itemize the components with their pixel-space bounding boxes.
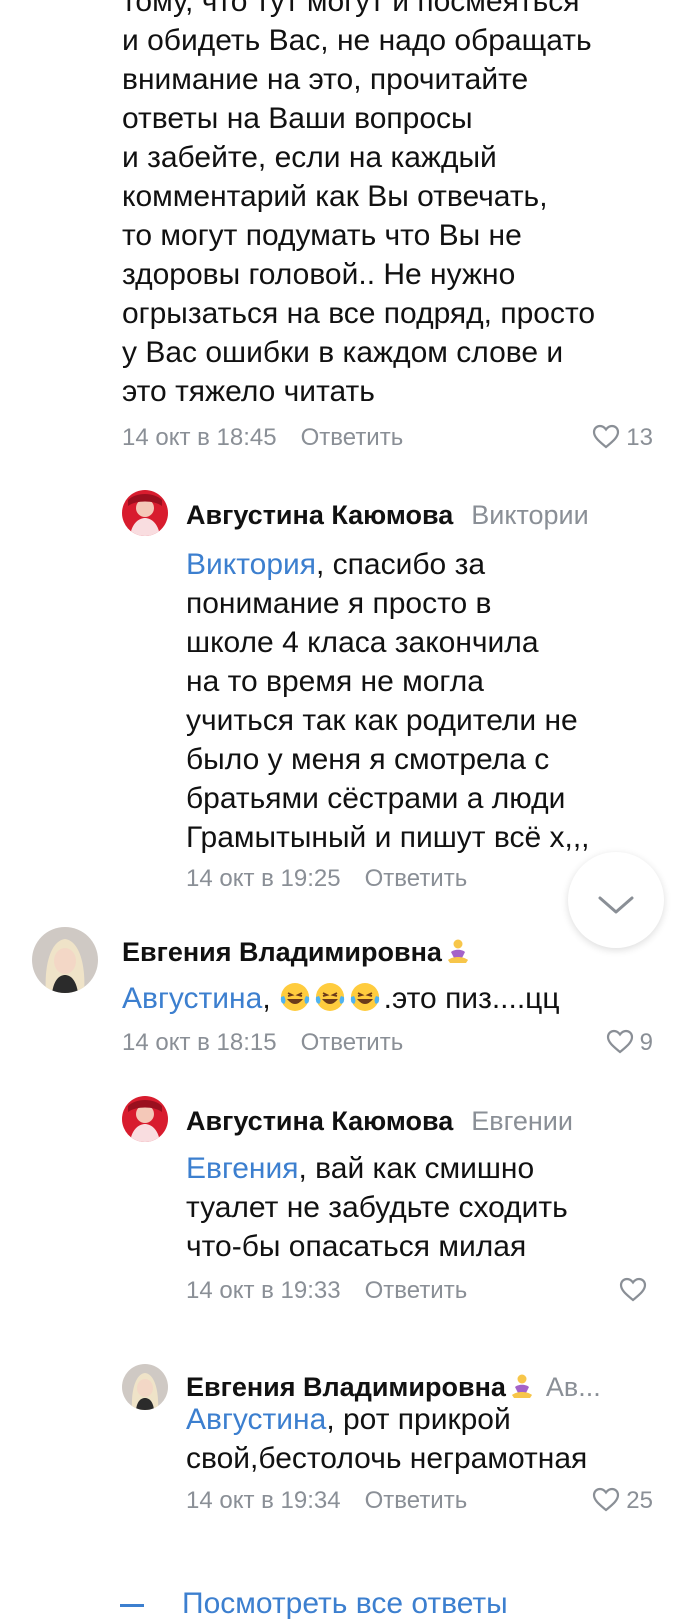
reply-to-name[interactable]: Виктории bbox=[471, 500, 588, 530]
avatar[interactable] bbox=[32, 927, 98, 993]
text-fragment: , bbox=[262, 982, 271, 1015]
text-line: братьями сёстрами а люди bbox=[186, 782, 566, 815]
view-all-label: Посмотреть все ответы bbox=[182, 1587, 508, 1620]
timestamp: 14 окт в 18:45 bbox=[122, 424, 277, 451]
text-fragment: , спасибо за bbox=[316, 548, 486, 581]
comment-text: Виктория, спасибо за понимание я просто … bbox=[186, 545, 590, 857]
text-line: понимание я просто в bbox=[186, 587, 492, 620]
text-line: внимание на это, прочитайте bbox=[122, 63, 529, 96]
text-line: на то время не могла bbox=[186, 665, 484, 698]
comment-text: Августина, рот прикрой свой,бестолочь не… bbox=[186, 1400, 587, 1478]
author-name[interactable]: Августина Каюмова bbox=[186, 1106, 453, 1136]
reply-button[interactable]: Ответить bbox=[301, 424, 404, 451]
text-line: у Вас ошибки в каждом слове и bbox=[122, 336, 564, 369]
view-all-icon bbox=[120, 1603, 144, 1607]
text-line: Грамытыный и пишут всё х,,, bbox=[186, 821, 590, 854]
comment-footer: 14 окт в 18:15 Ответить bbox=[122, 1028, 403, 1058]
comment-header: Августина Каюмова Евгении bbox=[186, 1104, 573, 1138]
like-count: 13 bbox=[626, 424, 653, 451]
comment-header: Августина Каюмова Виктории bbox=[186, 498, 589, 532]
comment-footer: 14 окт в 19:33 Ответить bbox=[186, 1276, 467, 1306]
comment-footer: 14 окт в 19:34 Ответить bbox=[186, 1486, 467, 1516]
text-line: Августина, .это пиз....цц bbox=[122, 979, 560, 1018]
text-line: ответы на Ваши вопросы bbox=[122, 102, 473, 135]
heart-outline-icon bbox=[593, 1487, 620, 1512]
heart-outline-icon bbox=[619, 1277, 647, 1302]
comment-item: Евгения Владимировна Ав... Августина, рот… bbox=[0, 1364, 700, 1560]
like-button[interactable] bbox=[619, 1276, 653, 1306]
reply-button[interactable]: Ответить bbox=[365, 1487, 468, 1514]
reply-to-name[interactable]: Ав... bbox=[546, 1372, 601, 1402]
mention-link[interactable]: Августина bbox=[186, 1403, 326, 1436]
text-fragment: .это пиз....цц bbox=[383, 982, 560, 1015]
text-fragment: , рот прикрой bbox=[326, 1403, 511, 1436]
laughing-crying-emoji bbox=[350, 983, 379, 1011]
mention-link[interactable]: Виктория bbox=[186, 548, 316, 581]
author-name[interactable]: Августина Каюмова bbox=[186, 500, 453, 530]
comment-footer: 14 окт в 19:25 Ответить bbox=[186, 864, 467, 894]
like-button[interactable]: 25 bbox=[592, 1486, 653, 1516]
text-line: здоровы головой.. Не нужно bbox=[122, 258, 516, 291]
text-line: что-бы опасаться милая bbox=[186, 1230, 527, 1263]
text-line: учиться так как родители не bbox=[186, 704, 578, 737]
text-line: то могут подумать что Вы не bbox=[122, 219, 522, 252]
comment-text: Евгения, вай как смишно туалет не забудь… bbox=[186, 1149, 568, 1266]
avatar-image bbox=[32, 927, 98, 993]
comment-item: Евгения Владимировна Августина, .это пиз.… bbox=[0, 915, 700, 1080]
text-line: это тяжело читать bbox=[122, 375, 375, 408]
text-line: тому, что тут могут и посмеяться bbox=[122, 0, 580, 18]
timestamp: 14 окт в 19:25 bbox=[186, 865, 341, 892]
text-line: Евгения, вай как смишно bbox=[186, 1149, 568, 1188]
reply-to-name[interactable]: Евгении bbox=[471, 1106, 573, 1136]
text-line: туалет не забудьте сходить bbox=[186, 1191, 568, 1224]
avatar[interactable] bbox=[122, 1364, 168, 1410]
avatar[interactable] bbox=[122, 490, 168, 536]
reply-button[interactable]: Ответить bbox=[365, 865, 468, 892]
timestamp: 14 окт в 18:15 bbox=[122, 1029, 277, 1056]
author-name[interactable]: Евгения Владимировна bbox=[122, 937, 442, 967]
person-in-lotus-position-emoji bbox=[511, 1374, 532, 1398]
text-line: Виктория, спасибо за bbox=[186, 545, 590, 584]
heart-outline-icon bbox=[593, 424, 620, 449]
text-fragment: , вай как смишно bbox=[298, 1152, 535, 1185]
reply-button[interactable]: Ответить bbox=[301, 1029, 404, 1056]
like-count: 9 bbox=[639, 1029, 653, 1056]
text-line: и обидеть Вас, не надо обращать bbox=[122, 24, 592, 57]
text-line: Августина, рот прикрой bbox=[186, 1400, 587, 1439]
comment-text: Августина, .это пиз....цц bbox=[122, 979, 560, 1018]
avatar-image bbox=[122, 1096, 168, 1142]
comment-footer: 14 окт в 18:45 Ответить bbox=[122, 423, 403, 453]
comment-item: Августина Каюмова Евгении Евгения, вай ка… bbox=[0, 1096, 700, 1330]
comment-thread: тому, что тут могут и посмеяться и обиде… bbox=[0, 0, 700, 1620]
comment-text: тому, что тут могут и посмеяться и обиде… bbox=[122, 0, 595, 411]
avatar[interactable] bbox=[122, 1096, 168, 1142]
laughing-crying-emoji bbox=[280, 983, 309, 1011]
heart-outline-icon bbox=[606, 1029, 633, 1054]
comment-item: тому, что тут могут и посмеяться и обиде… bbox=[0, 0, 700, 460]
person-in-lotus-position-emoji bbox=[447, 939, 468, 963]
text-line: школе 4 класа закончила bbox=[186, 626, 539, 659]
text-line: свой,бестолочь неграмотная bbox=[186, 1442, 588, 1475]
view-all-replies-link[interactable]: Посмотреть все ответы bbox=[120, 1586, 508, 1622]
like-count: 25 bbox=[626, 1487, 653, 1514]
mention-link[interactable]: Евгения bbox=[186, 1152, 299, 1185]
reply-button[interactable]: Ответить bbox=[365, 1277, 468, 1304]
text-line: было у меня я смотрела с bbox=[186, 743, 550, 776]
like-button[interactable]: 9 bbox=[606, 1028, 653, 1058]
comment-header: Евгения Владимировна Ав... bbox=[186, 1370, 601, 1404]
author-name[interactable]: Евгения Владимировна bbox=[186, 1372, 506, 1402]
timestamp: 14 окт в 19:34 bbox=[186, 1487, 341, 1514]
text-line: комментарий как Вы отвечать, bbox=[122, 180, 548, 213]
comment-header: Евгения Владимировна bbox=[122, 935, 470, 969]
text-line: огрызаться на все подряд, просто bbox=[122, 297, 596, 330]
timestamp: 14 окт в 19:33 bbox=[186, 1277, 341, 1304]
mention-link[interactable]: Августина bbox=[122, 982, 262, 1015]
like-button[interactable]: 13 bbox=[592, 423, 653, 453]
comment-item: Августина Каюмова Виктории Виктория, спас… bbox=[0, 470, 700, 910]
avatar-image bbox=[122, 490, 168, 536]
text-line: и забейте, если на каждый bbox=[122, 141, 497, 174]
laughing-crying-emoji bbox=[315, 983, 344, 1011]
avatar-image bbox=[122, 1364, 168, 1410]
